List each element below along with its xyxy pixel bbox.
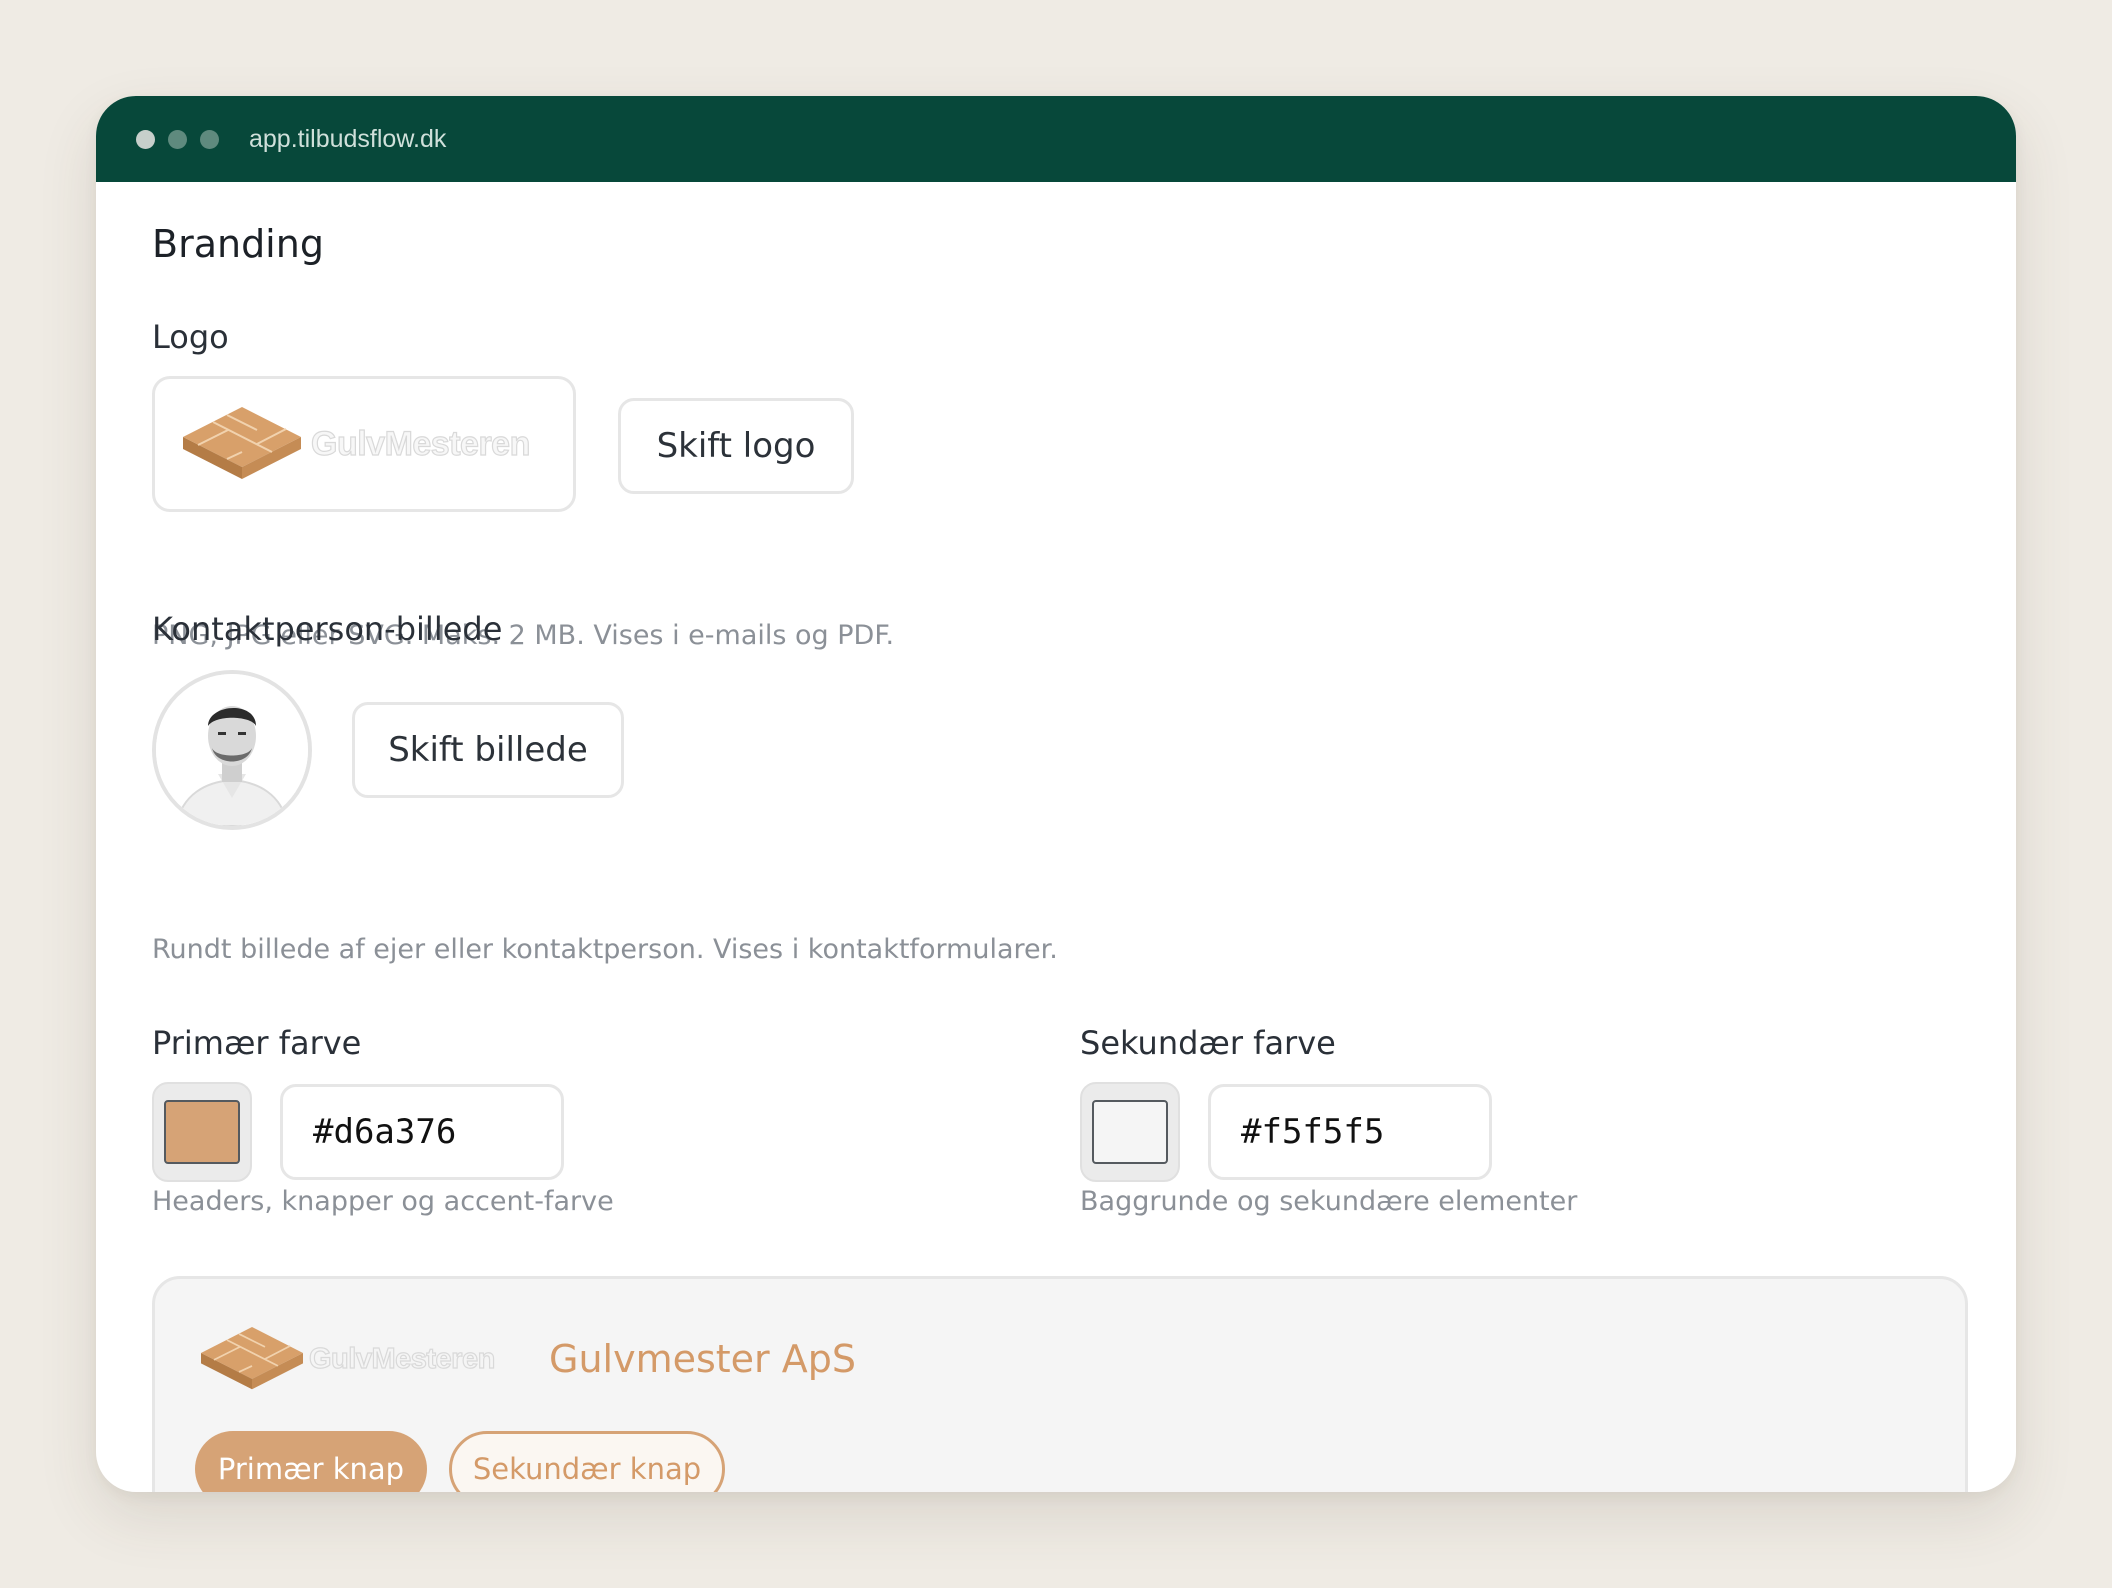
primary-color-help: Headers, knapper og accent-farve bbox=[152, 1186, 614, 1217]
contact-help-text: Rundt billede af ejer eller kontaktperso… bbox=[152, 934, 1058, 965]
preview-primary-button[interactable]: Primær knap bbox=[195, 1431, 427, 1492]
parquet-logo-icon bbox=[201, 1327, 303, 1390]
change-photo-button[interactable]: Skift billede bbox=[352, 702, 624, 798]
preview-logo: GulvMesteren bbox=[201, 1327, 496, 1391]
page-title: Branding bbox=[152, 222, 324, 266]
preview-company-name: Gulvmester ApS bbox=[549, 1337, 856, 1381]
address-url[interactable]: app.tilbudsflow.dk bbox=[249, 125, 446, 154]
primary-color-swatch bbox=[164, 1100, 240, 1164]
preview-secondary-button[interactable]: Sekundær knap bbox=[449, 1431, 725, 1492]
secondary-color-swatch bbox=[1092, 1100, 1168, 1164]
logo-preview: GulvMesteren bbox=[152, 376, 576, 512]
contact-avatar[interactable] bbox=[152, 670, 312, 830]
primary-color-picker[interactable] bbox=[152, 1082, 252, 1182]
logo-brand-text: GulvMesteren bbox=[310, 424, 531, 463]
window-titlebar: app.tilbudsflow.dk bbox=[96, 96, 2016, 182]
brand-preview-card: GulvMesteren Gulvmester ApS Primær knap … bbox=[152, 1276, 1968, 1492]
preview-logo-brand-text: GulvMesteren bbox=[308, 1342, 495, 1375]
primary-color-label: Primær farve bbox=[152, 1024, 362, 1062]
branding-settings-panel: Branding Logo GulvMesteren Skift logo PN… bbox=[152, 182, 1968, 1492]
window-minimize-dot[interactable] bbox=[168, 129, 187, 149]
secondary-color-hex-input[interactable]: #f5f5f5 bbox=[1208, 1084, 1492, 1180]
window-maximize-dot[interactable] bbox=[200, 129, 219, 149]
person-portrait-icon bbox=[156, 674, 308, 826]
parquet-logo-icon bbox=[183, 407, 301, 479]
primary-color-hex-input[interactable]: #d6a376 bbox=[280, 1084, 564, 1180]
change-logo-button[interactable]: Skift logo bbox=[618, 398, 854, 494]
secondary-color-help: Baggrunde og sekundære elementer bbox=[1080, 1186, 1578, 1217]
logo-label: Logo bbox=[152, 318, 229, 356]
contact-photo-label: Kontaktperson-billede bbox=[152, 610, 503, 648]
browser-window: app.tilbudsflow.dk Branding Logo GulvMes… bbox=[96, 96, 2016, 1492]
secondary-color-picker[interactable] bbox=[1080, 1082, 1180, 1182]
window-close-dot[interactable] bbox=[136, 129, 155, 149]
secondary-color-label: Sekundær farve bbox=[1080, 1024, 1336, 1062]
